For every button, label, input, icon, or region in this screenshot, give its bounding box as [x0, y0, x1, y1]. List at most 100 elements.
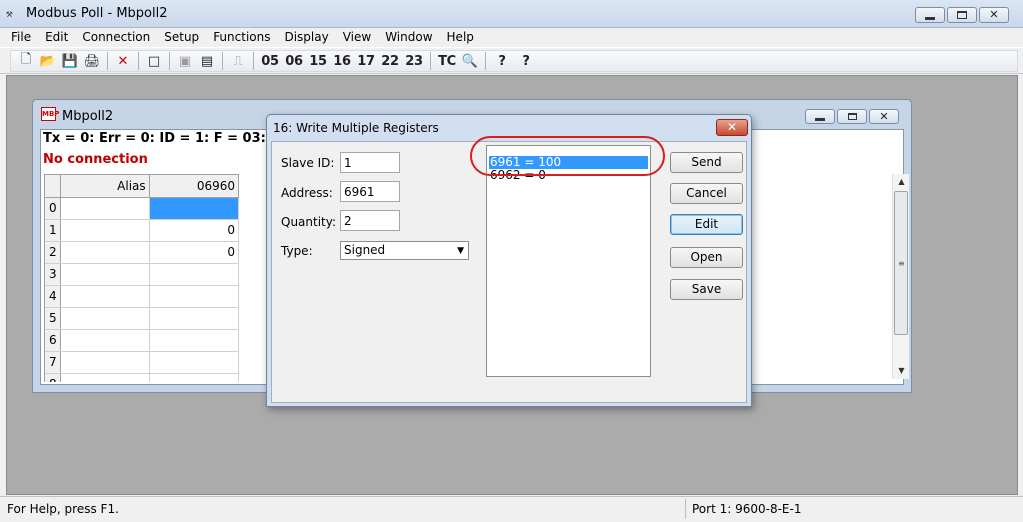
menu-display[interactable]: Display	[277, 28, 335, 47]
child-maximize-button[interactable]	[837, 109, 867, 124]
function-17-button[interactable]: 17	[354, 51, 378, 71]
slave-id-label: Slave ID:	[281, 156, 335, 170]
value-cell[interactable]	[149, 307, 239, 330]
alias-cell[interactable]	[60, 285, 150, 308]
function-06-button[interactable]: 06	[282, 51, 306, 71]
minimize-icon	[815, 118, 825, 121]
menu-functions[interactable]: Functions	[206, 28, 277, 47]
send-button[interactable]: Send	[670, 152, 743, 173]
address-input[interactable]	[340, 181, 400, 202]
table-row: 7	[45, 351, 239, 374]
menu-setup[interactable]: Setup	[157, 28, 206, 47]
print-icon[interactable]: 🖨	[81, 51, 103, 71]
dialog-title: 16: Write Multiple Registers	[273, 121, 439, 135]
close-button[interactable]: ✕	[979, 7, 1009, 23]
grid-corner	[45, 175, 62, 198]
alias-cell[interactable]	[60, 241, 150, 264]
menu-bar: File Edit Connection Setup Functions Dis…	[0, 28, 1023, 47]
disconnect-icon[interactable]: ▤	[196, 51, 218, 71]
row-number: 8	[45, 373, 62, 382]
toolbar-separator	[485, 52, 486, 70]
menu-help[interactable]: Help	[440, 28, 481, 47]
dialog-close-button[interactable]: ✕	[716, 119, 748, 136]
grid-header-alias[interactable]: Alias	[60, 175, 150, 198]
edit-button[interactable]: Edit	[670, 214, 743, 235]
child-minimize-button[interactable]	[805, 109, 835, 124]
value-cell[interactable]	[149, 329, 239, 352]
minimize-icon	[925, 16, 935, 20]
save-icon[interactable]: 💾	[59, 51, 81, 71]
function-16-button[interactable]: 16	[330, 51, 354, 71]
delete-icon[interactable]: ✕	[112, 51, 134, 71]
value-cell[interactable]	[149, 351, 239, 374]
open-folder-icon[interactable]: 📂	[37, 51, 59, 71]
help-icon[interactable]: ?	[490, 51, 514, 71]
new-file-icon[interactable]: 🗋	[15, 51, 37, 71]
alias-cell[interactable]	[60, 307, 150, 330]
close-icon: ✕	[879, 110, 889, 123]
value-cell[interactable]	[149, 373, 239, 382]
open-button[interactable]: Open	[670, 247, 743, 268]
scan-icon[interactable]: 🔍	[459, 51, 481, 71]
row-number: 0	[45, 197, 62, 220]
alias-cell[interactable]	[60, 219, 150, 242]
function-22-button[interactable]: 22	[378, 51, 402, 71]
vertical-scrollbar[interactable]: ▲ ≡ ▼	[892, 174, 909, 379]
app-icon: ⚒	[6, 7, 13, 20]
quantity-input[interactable]	[340, 210, 400, 231]
chevron-down-icon: ▼	[457, 246, 464, 256]
row-number: 5	[45, 307, 62, 330]
close-icon: ✕	[989, 8, 999, 21]
value-cell-selected[interactable]	[149, 197, 239, 220]
toolbar-separator	[430, 52, 431, 70]
function-23-button[interactable]: 23	[402, 51, 426, 71]
grid-header-row: Alias 06960	[45, 175, 239, 198]
value-cell[interactable]: 0	[149, 219, 239, 242]
maximize-button[interactable]	[947, 7, 977, 23]
connect-icon[interactable]: ▣	[174, 51, 196, 71]
alias-cell[interactable]	[60, 373, 150, 382]
pulse-icon[interactable]: ⎍	[227, 51, 249, 71]
slave-id-input[interactable]	[340, 152, 400, 173]
status-help-text: For Help, press F1.	[7, 502, 119, 516]
value-cell[interactable]	[149, 285, 239, 308]
menu-connection[interactable]: Connection	[75, 28, 157, 47]
child-window-controls: ✕	[805, 109, 899, 124]
alias-cell[interactable]	[60, 329, 150, 352]
type-select[interactable]: Signed ▼	[340, 241, 469, 260]
window-icon[interactable]: □	[143, 51, 165, 71]
value-cell[interactable]: 0	[149, 241, 239, 264]
menu-window[interactable]: Window	[378, 28, 439, 47]
menu-view[interactable]: View	[336, 28, 378, 47]
dialog-body: Slave ID: Address: Quantity: Type: Signe…	[271, 136, 747, 403]
minimize-button[interactable]	[915, 7, 945, 23]
row-number: 2	[45, 241, 62, 264]
alias-cell[interactable]	[60, 197, 150, 220]
register-value-list[interactable]: 6961 = 100 6962 = 0	[486, 145, 651, 377]
function-15-button[interactable]: 15	[306, 51, 330, 71]
save-button[interactable]: Save	[670, 279, 743, 300]
alias-cell[interactable]	[60, 351, 150, 374]
scroll-thumb[interactable]: ≡	[894, 191, 908, 335]
toolbar: 🗋 📂 💾 🖨 ✕ □ ▣ ▤ ⎍ 05 06 15 16 17 22 23 T…	[0, 47, 1023, 74]
scroll-down-icon[interactable]: ▼	[893, 363, 910, 379]
address-label: Address:	[281, 186, 333, 200]
grid-header-address[interactable]: 06960	[149, 175, 239, 198]
status-port-info: Port 1: 9600-8-E-1	[685, 499, 1015, 519]
table-row: 0	[45, 197, 239, 220]
alias-cell[interactable]	[60, 263, 150, 286]
function-05-button[interactable]: 05	[258, 51, 282, 71]
menu-edit[interactable]: Edit	[38, 28, 75, 47]
toolbar-separator	[253, 52, 254, 70]
toolbar-separator	[169, 52, 170, 70]
cancel-button[interactable]: Cancel	[670, 183, 743, 204]
status-bar: For Help, press F1. Port 1: 9600-8-E-1	[0, 496, 1023, 522]
whats-this-icon[interactable]: ?	[514, 51, 538, 71]
tc-button[interactable]: TC	[435, 51, 459, 71]
register-grid: Alias 06960 0 1 0 2 0 3 4 5 6 7	[44, 174, 239, 382]
menu-file[interactable]: File	[4, 28, 38, 47]
toolbar-separator	[138, 52, 139, 70]
child-close-button[interactable]: ✕	[869, 109, 899, 124]
value-cell[interactable]	[149, 263, 239, 286]
scroll-up-icon[interactable]: ▲	[893, 174, 910, 190]
